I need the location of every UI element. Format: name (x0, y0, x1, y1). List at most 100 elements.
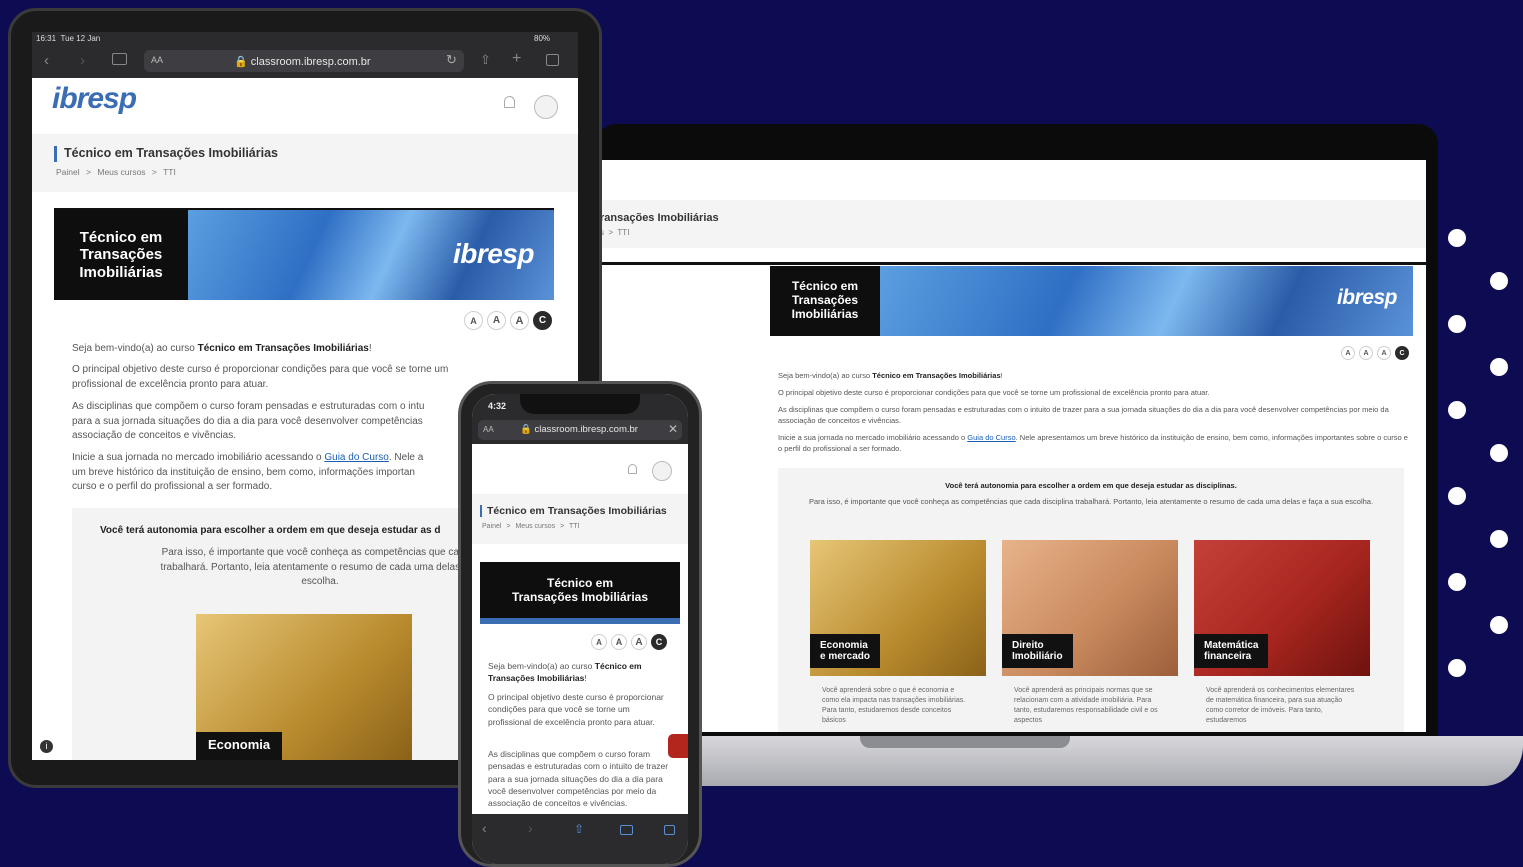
card-label: Direito Imobiliário (1002, 634, 1073, 668)
card-label: Matemática financeira (1194, 634, 1269, 668)
welcome-text: Seja bem-vindo(a) ao curso Técnico em Tr… (778, 371, 1003, 380)
close-icon[interactable]: ✕ (668, 422, 678, 436)
url-text: 🔒 classroom.ibresp.com.br (234, 56, 371, 68)
decorative-dot (1490, 358, 1508, 376)
banner-logo: ibresp (452, 238, 535, 269)
card-label: Economia (196, 732, 283, 760)
breadcrumb[interactable]: s > TTI (600, 228, 629, 237)
page-title: ransações Imobiliárias (600, 212, 719, 224)
decorative-dot (1448, 401, 1466, 419)
forward-icon[interactable]: › (80, 52, 85, 69)
font-increase-button[interactable]: A (1377, 346, 1391, 360)
url-text: 🔒 classroom.ibresp.com.br (520, 424, 638, 435)
decorative-dot (1448, 573, 1466, 591)
laptop-notch (860, 736, 1070, 748)
font-size-controls: A A A C (1337, 346, 1409, 360)
discipline-card-economia[interactable]: Economia e mercado (810, 540, 986, 676)
reader-aa-button[interactable]: AA (151, 55, 163, 65)
breadcrumb-separator: > (151, 167, 157, 177)
back-icon[interactable]: ‹ (44, 52, 49, 69)
status-time: 4:32 (488, 401, 507, 411)
notification-bell-icon[interactable] (628, 464, 637, 474)
welcome-text: Seja bem-vindo(a) ao curso Técnico em Tr… (488, 661, 642, 684)
tabs-icon[interactable] (546, 54, 559, 66)
phone-notch (520, 394, 640, 414)
avatar[interactable] (652, 461, 672, 481)
laptop-screen: ransações Imobiliárias s > TTI Técnico e… (600, 160, 1426, 732)
decorative-dot (1448, 315, 1466, 333)
card-description: Você aprenderá os conhecimentos elementa… (1206, 687, 1355, 725)
laptop-header-band (600, 200, 1426, 248)
font-decrease-button[interactable]: A (464, 311, 483, 330)
breadcrumb-home[interactable]: Painel (482, 523, 501, 530)
info-icon[interactable]: i (40, 740, 53, 753)
font-increase-button[interactable]: A (631, 634, 647, 650)
reload-icon[interactable]: ↻ (446, 52, 457, 68)
contrast-button[interactable]: C (1395, 346, 1409, 360)
breadcrumb: Painel > Meus cursos > TTI (482, 523, 580, 530)
lock-icon: 🔒 (520, 424, 532, 435)
breadcrumb-current[interactable]: TTI (569, 523, 580, 530)
back-icon[interactable]: ‹ (482, 820, 487, 836)
new-tab-icon[interactable]: + (512, 50, 521, 68)
side-widget-button[interactable] (668, 734, 688, 758)
battery-status: 80% (534, 34, 551, 43)
discipline-card-direito[interactable]: Direito Imobiliário (1002, 540, 1178, 676)
discipline-card-matematica[interactable]: Matemática financeira (1194, 540, 1370, 676)
bookmarks-icon[interactable] (620, 825, 633, 835)
share-icon[interactable]: ⇧ (480, 52, 491, 68)
decorative-dot (1448, 659, 1466, 677)
welcome-text: Seja bem-vindo(a) ao curso Técnico em Tr… (72, 343, 372, 354)
breadcrumb-home[interactable]: Painel (56, 167, 80, 177)
breadcrumb-courses[interactable]: Meus cursos (97, 167, 145, 177)
objective-text: O principal objetivo deste curso é propo… (778, 388, 1210, 397)
avatar[interactable] (534, 95, 558, 119)
font-size-controls: A A A C (460, 311, 552, 330)
autonomy-callout: Você terá autonomia para escolher a orde… (778, 468, 1404, 732)
reader-aa-button[interactable]: AA (483, 425, 494, 434)
share-icon[interactable]: ⇧ (574, 822, 584, 836)
font-reset-button[interactable]: A (487, 311, 506, 330)
breadcrumb-separator: > (560, 523, 565, 530)
autonomy-title: Você terá autonomia para escolher a orde… (100, 525, 441, 536)
bookmarks-icon[interactable] (112, 53, 127, 65)
page-title: Técnico em Transações Imobiliárias (487, 505, 667, 517)
font-decrease-button[interactable]: A (591, 634, 607, 650)
breadcrumb-current[interactable]: TTI (163, 167, 176, 177)
card-label: Economia e mercado (810, 634, 881, 668)
banner-title: Técnico em Transações Imobiliárias (770, 266, 880, 336)
notification-bell-icon[interactable] (504, 96, 515, 108)
font-decrease-button[interactable]: A (1341, 346, 1355, 360)
breadcrumb-courses[interactable]: Meus cursos (515, 523, 555, 530)
title-band (32, 134, 578, 192)
font-reset-button[interactable]: A (611, 634, 627, 650)
discipline-card-economia[interactable]: Economia (196, 614, 412, 760)
disciplines-text: As disciplinas que compõem o curso foram… (778, 405, 1389, 425)
course-guide-link[interactable]: Guia do Curso (324, 452, 388, 463)
decorative-dot (1490, 444, 1508, 462)
banner-title: Técnico em Transações Imobiliárias (511, 576, 649, 605)
font-reset-button[interactable]: A (1359, 346, 1373, 360)
breadcrumb: Painel > Meus cursos > TTI (56, 167, 176, 177)
disciplines-text: As disciplinas que compõem o curso foram… (488, 749, 669, 809)
site-logo[interactable]: ibresp (52, 82, 137, 128)
banner-logo: ibresp (1336, 286, 1398, 309)
font-increase-button[interactable]: A (510, 311, 529, 330)
contrast-button[interactable]: C (533, 311, 552, 330)
autonomy-detail: Para isso, é importante que você conheça… (808, 497, 1374, 506)
title-band (472, 494, 688, 544)
guide-text: Inicie a sua jornada no mercado imobiliá… (778, 433, 1408, 453)
decorative-dot (1490, 530, 1508, 548)
breadcrumb-separator: > (86, 167, 91, 177)
breadcrumb-separator: > (506, 523, 511, 530)
objective-text: O principal objetivo deste curso é propo… (488, 692, 664, 727)
title-accent (54, 146, 57, 162)
course-guide-link[interactable]: Guia do Curso (967, 433, 1015, 442)
banner-title: Técnico em Transações Imobiliárias (54, 210, 188, 300)
contrast-button[interactable]: C (651, 634, 667, 650)
card-description: Você aprenderá as principais normas que … (1014, 687, 1158, 725)
tabs-icon[interactable] (664, 825, 675, 835)
forward-icon[interactable]: › (528, 820, 533, 836)
course-banner: Técnico em Transações Imobiliárias ibresp (770, 266, 1413, 336)
decorative-dot (1448, 487, 1466, 505)
